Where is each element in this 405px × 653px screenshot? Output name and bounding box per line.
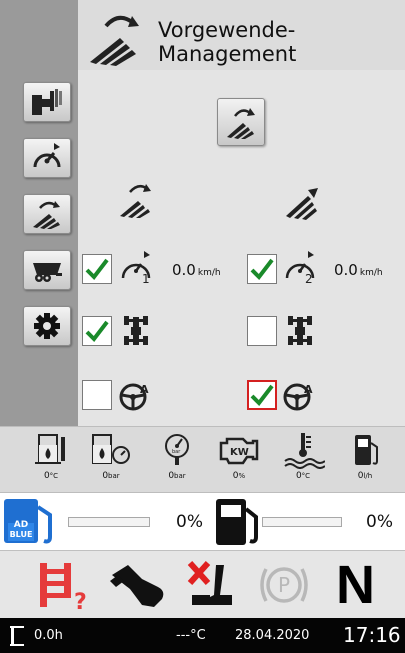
gauge-coolant-temp: 0°C (272, 431, 334, 489)
steering-left-checkbox[interactable] (82, 380, 112, 410)
headland-turn-out-icon (286, 188, 318, 220)
checkmark-icon (85, 320, 109, 343)
coolant-temp-icon (284, 433, 325, 469)
implement-hitch-icon (32, 89, 62, 115)
air-pressure-gauge-icon: bar (165, 434, 189, 465)
checkmark-icon (250, 258, 274, 281)
settings-gear-icon (34, 313, 60, 339)
hourglass-icon (10, 626, 24, 646)
hydraulic-oil-temp-icon (35, 434, 65, 464)
gauge-air-pressure-label: 0bar (168, 471, 185, 481)
svg-text:bar: bar (172, 449, 181, 455)
sidebar-item-trailer[interactable] (23, 250, 71, 290)
page-title: Vorgewende- Management (158, 18, 378, 66)
oil-pressure-icon (92, 434, 130, 464)
bottom-bar: 0.0h ---°C 28.04.2020 17:16 (0, 618, 405, 653)
gauge-hydraulic-oil-temp: 0°C (20, 431, 82, 489)
svg-text:AD: AD (14, 520, 28, 530)
differential-lock-icon (124, 316, 148, 345)
diff-lock-left-checkbox[interactable] (82, 316, 112, 346)
gauge-air-pressure: bar 0bar (146, 431, 208, 489)
svg-text:P: P (278, 573, 290, 597)
main-panel: 1 0.0 km/h 2 0.0 km/h A A (0, 70, 405, 426)
svg-text:KW: KW (230, 447, 249, 458)
speed-right-checkbox[interactable] (247, 254, 277, 284)
steering-right-checkbox[interactable] (247, 380, 277, 410)
sidebar-item-settings[interactable] (23, 306, 71, 346)
gauge-engine-load-label: 0% (233, 471, 245, 481)
header: Vorgewende- Management (0, 0, 405, 70)
speed-right-unit: km/h (359, 268, 383, 278)
headland-turn-in-icon (120, 184, 151, 218)
speed-left-number: 0.0 (172, 261, 196, 279)
svg-text:BLUE: BLUE (10, 530, 33, 539)
gauge-fuel-consumption: 0l/h (334, 431, 396, 489)
auto-steering-icon: A (119, 383, 149, 411)
gauge-engine-load: KW 0% (208, 431, 270, 489)
gauge-unit: l/h (363, 472, 373, 480)
gauge-unit: bar (108, 472, 120, 480)
speedometer-icon (33, 143, 61, 168)
page-title-line2: Management (158, 42, 297, 66)
gauge-unit: °C (301, 472, 311, 480)
speed-left-value: 0.0 km/h (172, 261, 221, 279)
outside-temperature: ---°C (176, 628, 206, 643)
gauge-hydraulic-oil-temp-label: 0°C (44, 471, 58, 481)
gauge-fuel-consumption-label: 0l/h (358, 471, 372, 481)
svg-text:?: ? (74, 590, 87, 611)
sidebar (0, 70, 78, 426)
svg-text:A: A (140, 383, 149, 396)
gauge-oil-pressure: 0bar (80, 431, 142, 489)
operating-hours: 0.0h (34, 628, 63, 643)
diesel-fuel-icon (216, 499, 258, 545)
speed-right-value: 0.0 km/h (334, 261, 383, 279)
speedometer-1-icon: 1 (121, 251, 151, 284)
gauge-coolant-temp-label: 0°C (296, 471, 310, 481)
adblue-level-bar (68, 517, 150, 527)
gear-indicator: N (336, 555, 375, 615)
status-row: ? P N (0, 550, 405, 618)
headland-start-icon (227, 108, 255, 139)
diff-lock-right-checkbox[interactable] (247, 316, 277, 346)
svg-text:A: A (304, 383, 313, 396)
speedometer-2-icon: 2 (285, 251, 315, 284)
parking-brake-icon: P (260, 567, 308, 603)
sidebar-item-headland[interactable] (23, 194, 71, 234)
diesel-level-bar (262, 517, 342, 527)
current-date: 28.04.2020 (235, 628, 310, 643)
trailer-truck-icon (33, 263, 62, 282)
gauge-unit: % (238, 472, 246, 480)
gauge-unit: °C (49, 472, 59, 480)
hitch-unknown-icon: ? (40, 563, 87, 611)
speed-left-checkbox[interactable] (82, 254, 112, 284)
svg-text:2: 2 (305, 272, 313, 284)
sidebar-item-speed[interactable] (23, 138, 71, 178)
speed-right-number: 0.0 (334, 261, 358, 279)
sidebar-item-implement[interactable] (23, 82, 71, 122)
clock: 17:16 (343, 623, 401, 647)
speed-left-unit: km/h (197, 268, 221, 278)
headland-management-icon (90, 15, 139, 66)
operator-hand-icon (110, 565, 164, 607)
seat-absent-icon (187, 560, 232, 605)
header-sidebar-strip (0, 0, 78, 70)
engine-load-icon: KW (219, 437, 259, 465)
diesel-percent: 0% (366, 512, 393, 532)
headland-turn-icon (33, 201, 60, 229)
fuel-consumption-icon (355, 435, 378, 465)
adblue-icon: AD BLUE (4, 499, 52, 544)
fuel-levels: AD BLUE 0% 0% (0, 492, 405, 550)
headland-start-button[interactable] (217, 98, 265, 146)
checkmark-icon (85, 258, 109, 281)
gauge-unit: bar (174, 472, 186, 480)
svg-text:1: 1 (142, 272, 150, 284)
gauge-oil-pressure-label: 0bar (102, 471, 119, 481)
gauges-strip: 0°C 0bar bar 0bar KW 0% 0°C 0l/h (0, 426, 405, 492)
differential-lock-icon (288, 316, 312, 345)
auto-steering-icon: A (283, 383, 313, 411)
adblue-percent: 0% (176, 512, 203, 532)
page-title-line1: Vorgewende- (158, 18, 296, 42)
checkmark-icon (250, 384, 274, 407)
